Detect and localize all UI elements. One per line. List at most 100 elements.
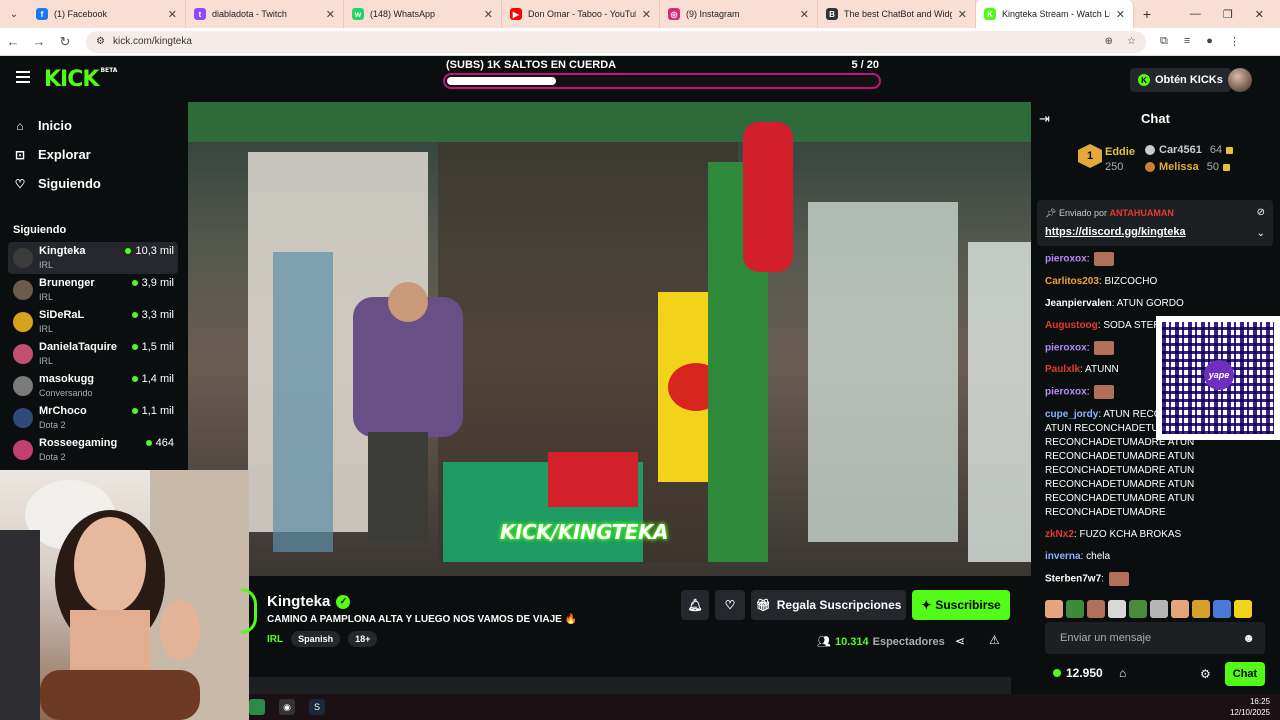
forward-icon[interactable]: → xyxy=(26,34,52,49)
following-item[interactable]: Rosseegaming Dota 2 464 xyxy=(8,434,178,466)
follow-heart-button[interactable]: ♡ xyxy=(715,590,745,620)
url-field[interactable]: ⚙ kick.com/kingteka ⊕ ☆ xyxy=(86,30,1146,53)
browser-tab[interactable]: f (1) Facebook ✕ xyxy=(28,0,186,28)
tab-close-icon[interactable]: ✕ xyxy=(958,8,967,21)
following-category: Dota 2 xyxy=(39,452,66,462)
media-icon[interactable]: ≡ xyxy=(1184,35,1190,48)
emote-button[interactable] xyxy=(1150,600,1168,618)
hide-pin-icon[interactable]: ⊘ xyxy=(1257,207,1265,218)
browser-tab[interactable]: w (148) WhatsApp ✕ xyxy=(344,0,502,28)
tab-search-icon[interactable]: ⌄ xyxy=(0,0,28,28)
sidebar-nav-siguiendo[interactable]: ♡ Siguiendo xyxy=(0,169,188,198)
restore-icon[interactable]: ❐ xyxy=(1223,8,1233,21)
emote-button[interactable] xyxy=(1234,600,1252,618)
pinned-link[interactable]: https://discord.gg/kingteka xyxy=(1045,226,1186,238)
menu-icon[interactable]: ⋮ xyxy=(1229,35,1240,48)
following-item[interactable]: masokugg Conversando 1,4 mil xyxy=(8,370,178,402)
subscribe-button[interactable]: ✦ Suscribirse xyxy=(912,590,1010,620)
chevron-down-icon[interactable]: ⌄ xyxy=(1257,228,1265,239)
following-item[interactable]: Brunenger IRL 3,9 mil xyxy=(8,274,178,306)
sidebar-nav-inicio[interactable]: ⌂ Inicio xyxy=(0,111,188,140)
user-avatar[interactable] xyxy=(1228,68,1252,92)
browser-tab[interactable]: ◎ (9) Instagram ✕ xyxy=(660,0,818,28)
emote-button[interactable] xyxy=(1171,600,1189,618)
tag-language[interactable]: Spanish xyxy=(291,631,341,647)
site-info-icon[interactable]: ⚙ xyxy=(96,36,105,47)
chat-username[interactable]: pieroxox xyxy=(1045,387,1087,398)
tab-close-icon[interactable]: ✕ xyxy=(800,8,809,21)
chat-username[interactable]: Paulxlk xyxy=(1045,364,1080,375)
emote-button[interactable] xyxy=(1108,600,1126,618)
channel-name[interactable]: Kingteka xyxy=(267,593,330,610)
share-icon[interactable]: ⋖ xyxy=(955,634,965,648)
chat-text: FUZO KCHA BROKAS xyxy=(1079,528,1182,540)
minimize-icon[interactable]: — xyxy=(1190,8,1201,20)
emote-button[interactable] xyxy=(1192,600,1210,618)
following-item[interactable]: SiDeRaL IRL 3,3 mil xyxy=(8,306,178,338)
chat-username[interactable]: Augustoog xyxy=(1045,320,1098,331)
chat-username[interactable]: pieroxox xyxy=(1045,254,1087,265)
profile-icon[interactable]: ● xyxy=(1206,35,1213,48)
tab-favicon-icon: t xyxy=(194,8,206,20)
tab-close-icon[interactable]: ✕ xyxy=(168,8,177,21)
tab-close-icon[interactable]: ✕ xyxy=(1116,8,1125,21)
chat-username[interactable]: Carlitos203 xyxy=(1045,276,1099,287)
verified-badge-icon: ✓ xyxy=(336,594,351,609)
chat-message-input[interactable]: Enviar un mensaje ☻ xyxy=(1045,622,1265,654)
chat-settings-gear-icon[interactable]: ⚙ xyxy=(1200,667,1211,681)
video-player[interactable]: KICK/KINGTEKA xyxy=(188,102,1031,576)
following-item[interactable]: Kingteka IRL 10,3 mil xyxy=(8,242,178,274)
browser-tab[interactable]: K Kingteka Stream - Watch Li ✕ xyxy=(976,0,1134,28)
kick-logo[interactable]: KICK BETA xyxy=(44,67,117,92)
chat-username[interactable]: Sterben7w7 xyxy=(1045,574,1101,585)
following-item[interactable]: DanielaTaquire IRL 1,5 mil xyxy=(8,338,178,370)
tab-close-icon[interactable]: ✕ xyxy=(642,8,651,21)
taskbar-obs-icon[interactable]: ◉ xyxy=(279,699,295,715)
taskbar-steam-icon[interactable]: S xyxy=(309,699,325,715)
chat-username[interactable]: zkNx2 xyxy=(1045,529,1074,540)
heart-icon: ♡ xyxy=(14,176,26,191)
emote-button[interactable] xyxy=(1213,600,1231,618)
extensions-icon[interactable]: ⧉ xyxy=(1160,35,1168,48)
chat-username[interactable]: inverna xyxy=(1045,551,1081,562)
browser-tab[interactable]: t diabladota - Twitch ✕ xyxy=(186,0,344,28)
stream-category[interactable]: IRL xyxy=(267,634,283,645)
close-window-icon[interactable]: ✕ xyxy=(1255,8,1264,21)
notification-bell-button[interactable]: 🔔︎ xyxy=(681,590,709,620)
hamburger-menu-icon[interactable] xyxy=(16,71,30,83)
emote-button[interactable] xyxy=(1045,600,1063,618)
emoji-picker-icon[interactable]: ☻ xyxy=(1242,631,1255,645)
tab-title: The best ChatBot and Widgets xyxy=(844,9,952,19)
bookmark-star-icon[interactable]: ☆ xyxy=(1127,36,1136,47)
chat-username[interactable]: cupe_jordy xyxy=(1045,409,1098,420)
tag-mature[interactable]: 18+ xyxy=(348,631,378,647)
zoom-icon[interactable]: ⊕ xyxy=(1105,36,1113,47)
following-item[interactable]: MrChoco Dota 2 1,1 mil xyxy=(8,402,178,434)
tab-close-icon[interactable]: ✕ xyxy=(484,8,493,21)
emote-button[interactable] xyxy=(1087,600,1105,618)
store-icon[interactable]: ⌂ xyxy=(1119,666,1126,680)
tab-close-icon[interactable]: ✕ xyxy=(326,8,335,21)
following-name: MrChoco xyxy=(39,405,87,417)
chat-username[interactable]: Jeanpiervalen xyxy=(1045,298,1112,309)
back-icon[interactable]: ← xyxy=(0,34,26,49)
browser-tab[interactable]: ▶ Don Omar - Taboo - YouTube ✕ xyxy=(502,0,660,28)
new-tab-button[interactable]: + xyxy=(1134,6,1160,22)
taskbar-app-icon[interactable] xyxy=(249,699,265,715)
emote-button[interactable] xyxy=(1066,600,1084,618)
following-category: IRL xyxy=(39,292,54,302)
leader-name[interactable]: Eddie xyxy=(1105,146,1135,158)
live-dot-icon xyxy=(131,280,138,286)
gift-subs-button[interactable]: 🎁︎ Regala Suscripciones xyxy=(751,590,906,620)
reload-icon[interactable]: ↻ xyxy=(52,34,78,50)
channel-avatar[interactable] xyxy=(241,588,257,634)
chat-username[interactable]: pieroxox xyxy=(1045,342,1087,353)
send-chat-button[interactable]: Chat xyxy=(1225,662,1265,686)
tab-favicon-icon: w xyxy=(352,8,364,20)
sidebar-nav-explorar[interactable]: ⊡ Explorar xyxy=(0,140,188,169)
channel-points[interactable]: 12.950 xyxy=(1053,666,1103,680)
get-kicks-button[interactable]: K Obtén KICKs xyxy=(1130,68,1231,92)
report-warning-icon[interactable]: ⚠ xyxy=(989,633,1000,647)
browser-tab[interactable]: B The best ChatBot and Widgets ✕ xyxy=(818,0,976,28)
emote-button[interactable] xyxy=(1129,600,1147,618)
